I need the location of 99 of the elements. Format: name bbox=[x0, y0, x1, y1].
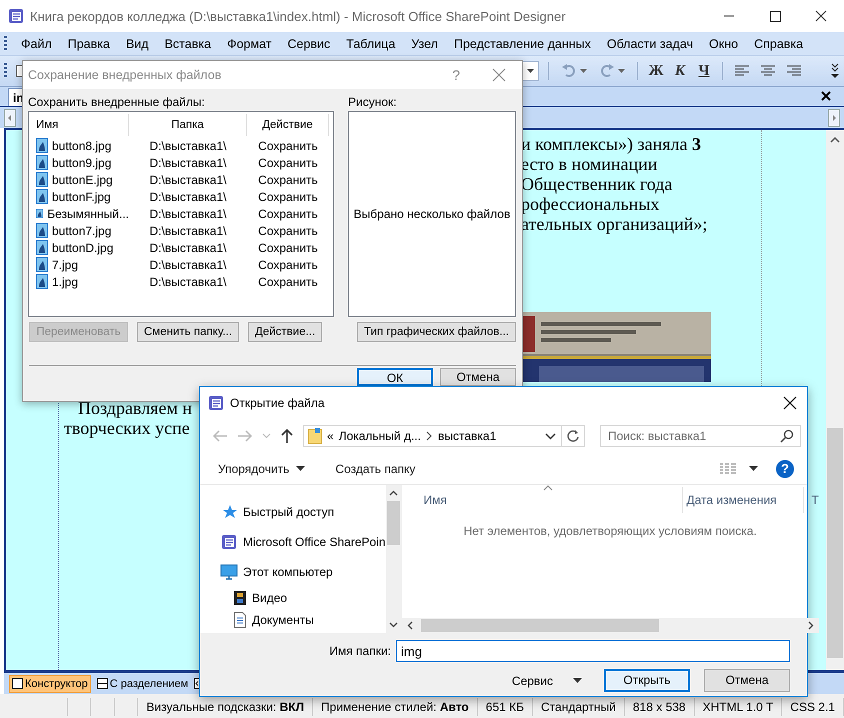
table-cell-text: Сохранить bbox=[257, 274, 319, 288]
status-text: 818 x 538 bbox=[624, 698, 695, 716]
table-cell-text: D:\выставка1\ bbox=[148, 138, 228, 152]
status-text: CSS 2.1 bbox=[782, 698, 844, 716]
column-header[interactable]: Имя bbox=[424, 487, 683, 513]
menu-item[interactable]: Представление данных bbox=[446, 36, 599, 50]
format-button[interactable]: Ч bbox=[695, 62, 713, 80]
table-cell-text: Сохранить bbox=[257, 172, 319, 186]
dialog-button[interactable]: Действие... bbox=[248, 322, 322, 342]
column-header[interactable]: Дата изменения bbox=[682, 487, 804, 513]
table-cell-text: Сохранить bbox=[257, 138, 319, 152]
dialog-button[interactable]: Тип графических файлов... bbox=[357, 322, 516, 342]
menu-item[interactable]: Вставка bbox=[156, 36, 220, 50]
file-name[interactable]: Безымянный... bbox=[47, 206, 129, 220]
column-header[interactable]: Папка bbox=[129, 114, 247, 136]
nav-label[interactable]: Быстрый доступ bbox=[243, 505, 334, 519]
nav-label[interactable]: Этот компьютер bbox=[243, 565, 333, 579]
dialog-title: Открытие файла bbox=[230, 396, 326, 410]
view-tab[interactable]: С разделением bbox=[94, 676, 190, 692]
document-text: творческих успе bbox=[63, 418, 190, 438]
file-name[interactable]: buttonD.jpg bbox=[52, 240, 114, 254]
file-name[interactable]: button9.jpg bbox=[52, 156, 112, 170]
table-cell-text: D:\выставка1\ bbox=[148, 258, 228, 272]
folder-name-field[interactable]: img bbox=[396, 640, 790, 662]
nav-label[interactable]: Видео bbox=[252, 591, 288, 605]
dialog-title: Сохранение внедренных файлов bbox=[28, 68, 222, 82]
file-name[interactable]: buttonF.jpg bbox=[52, 190, 111, 204]
table-cell-text: Сохранить bbox=[257, 206, 319, 220]
nav-item[interactable]: Документы bbox=[200, 609, 386, 631]
list-label: Сохранить внедренные файлы: bbox=[28, 95, 206, 111]
search-field[interactable]: Поиск: выставка1 bbox=[600, 425, 801, 447]
nav-label[interactable]: Документы bbox=[252, 613, 314, 627]
window-title: Книга рекордов колледжа (D:\выставка1\index.html) - Microsoft Office SharePoint Designer bbox=[30, 8, 567, 24]
breadcrumb-item[interactable]: выставка1 bbox=[438, 429, 496, 443]
column-header[interactable]: Т bbox=[804, 487, 819, 513]
address-bar[interactable]: « Локальный д... выставка1 bbox=[303, 425, 585, 447]
menu-item[interactable]: Справка bbox=[746, 36, 812, 50]
folder-name-label: Имя папки: bbox=[329, 644, 391, 658]
view-tab[interactable]: Конструктор bbox=[9, 674, 91, 692]
status-text: Стандартный bbox=[533, 698, 625, 716]
document-text: Общественник года bbox=[521, 174, 674, 194]
file-name[interactable]: button8.jpg bbox=[52, 138, 112, 152]
nav-label[interactable]: Microsoft Office SharePoin bbox=[243, 535, 386, 549]
menu-item[interactable]: Файл bbox=[13, 36, 60, 50]
menu-item[interactable]: Сервис bbox=[279, 36, 338, 50]
menu-item[interactable]: Правка bbox=[60, 36, 118, 50]
column-header[interactable]: Имя bbox=[33, 114, 129, 136]
empty-message: Нет элементов, удовлетворяющих условиям поиска. bbox=[462, 524, 758, 538]
nav-item[interactable]: Быстрый доступ bbox=[200, 497, 386, 527]
menu-item[interactable]: Вид bbox=[118, 36, 157, 50]
command-button[interactable]: Создать папку bbox=[335, 462, 416, 476]
status-text: Визуальные подсказки: ВКЛ bbox=[138, 698, 314, 716]
breadcrumb-item[interactable]: Локальный д... bbox=[338, 429, 421, 443]
menu-item[interactable]: Формат bbox=[219, 36, 280, 50]
nav-item[interactable]: Видео bbox=[200, 587, 386, 609]
help-button[interactable]: ? bbox=[776, 460, 794, 478]
document-text: ательных организаций»; bbox=[521, 214, 708, 234]
status-text: Применение стилей: Авто bbox=[313, 698, 478, 716]
table-cell-text: D:\выставка1\ bbox=[148, 274, 228, 288]
status-text: 651 КБ bbox=[478, 698, 533, 716]
file-name[interactable]: button7.jpg bbox=[52, 224, 112, 238]
table-cell-text: Сохранить bbox=[257, 240, 319, 254]
dialog-button[interactable]: Отмена bbox=[440, 368, 516, 386]
file-name[interactable]: 7.jpg bbox=[52, 258, 78, 272]
table-cell-text: D:\выставка1\ bbox=[148, 190, 228, 204]
dialog-button[interactable]: Открыть bbox=[604, 669, 690, 692]
format-button[interactable]: Ж bbox=[647, 62, 665, 80]
nav-item[interactable]: Microsoft Office SharePoin bbox=[200, 527, 386, 557]
table-cell-text: Сохранить bbox=[257, 156, 319, 170]
menu-item[interactable]: Области задач bbox=[598, 36, 702, 50]
status-text: XHTML 1.0 T bbox=[694, 698, 782, 716]
format-button[interactable]: К bbox=[671, 62, 689, 80]
command-button[interactable]: Упорядочить bbox=[218, 462, 290, 476]
table-cell-text: D:\выставка1\ bbox=[148, 224, 228, 238]
dialog-button[interactable]: ОК bbox=[357, 368, 433, 386]
table-cell-text: D:\выставка1\ bbox=[148, 240, 228, 254]
dialog-button[interactable]: Сменить папку... bbox=[137, 322, 240, 342]
preview-text: Выбрано несколько файлов bbox=[354, 207, 510, 221]
file-name[interactable]: buttonE.jpg bbox=[52, 172, 113, 186]
table-cell-text: D:\выставка1\ bbox=[148, 156, 228, 170]
table-cell-text: D:\выставка1\ bbox=[148, 206, 228, 220]
menu-item[interactable]: Таблица bbox=[338, 36, 404, 50]
table-cell-text: Сохранить bbox=[257, 190, 319, 204]
document-text: Поздравляем н bbox=[77, 398, 192, 418]
menu-item[interactable]: Окно bbox=[701, 36, 746, 50]
tools-menu-button[interactable]: Сервис bbox=[512, 674, 553, 688]
nav-item[interactable]: Этот компьютер bbox=[200, 557, 386, 587]
table-cell-text: D:\выставка1\ bbox=[148, 172, 228, 186]
document-text: рофессиональных bbox=[521, 194, 660, 214]
address-overflow[interactable]: « bbox=[327, 429, 334, 443]
view-tab-label[interactable]: С разделением bbox=[110, 678, 188, 690]
table-cell-text: Сохранить bbox=[257, 224, 319, 238]
view-tab-label[interactable]: Конструктор bbox=[25, 678, 88, 690]
file-name[interactable]: 1.jpg bbox=[52, 274, 78, 288]
preview-label: Рисунок: bbox=[348, 95, 398, 111]
column-header[interactable]: Действие bbox=[247, 114, 329, 136]
menu-item[interactable]: Узел bbox=[403, 36, 446, 50]
table-cell-text: Сохранить bbox=[257, 258, 319, 272]
dialog-button[interactable]: Отмена bbox=[704, 669, 790, 692]
